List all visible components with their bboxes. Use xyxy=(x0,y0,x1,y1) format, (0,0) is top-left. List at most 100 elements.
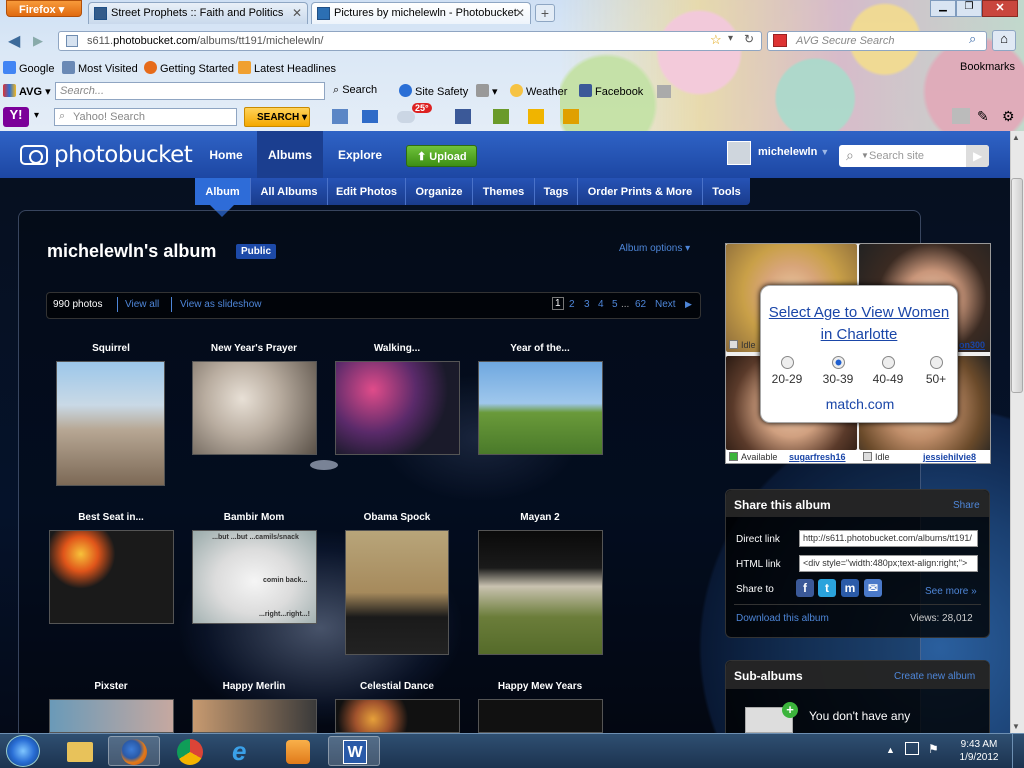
url-bar[interactable]: s611.photobucket.com/albums/tt191/michel… xyxy=(58,31,762,51)
site-safety-button[interactable]: Site Safety xyxy=(399,84,468,98)
nav-albums[interactable]: Albums xyxy=(257,131,323,178)
next-page-link[interactable]: Next xyxy=(655,299,676,310)
firefox-taskbar-button[interactable] xyxy=(108,736,160,766)
ad-headline[interactable]: Select Age to View Women in Charlotte xyxy=(761,302,957,346)
facebook-button[interactable]: Facebook xyxy=(579,84,643,98)
photo-thumbnail[interactable] xyxy=(56,361,165,486)
page-2[interactable]: 2 xyxy=(569,299,575,310)
action-center-flag-icon[interactable]: ⚑ xyxy=(928,742,939,756)
bookmark-star-icon[interactable]: ☆ xyxy=(710,32,722,48)
age-option-40-49[interactable]: 40-49 xyxy=(868,356,908,386)
thumb-title[interactable]: Obama Spock xyxy=(322,512,472,523)
back-icon[interactable]: ◀ xyxy=(8,31,20,51)
page-3[interactable]: 3 xyxy=(584,299,590,310)
avg-trash-button[interactable]: ▾ xyxy=(476,84,498,98)
thumb-title[interactable]: Best Seat in... xyxy=(36,512,186,523)
match-logo[interactable]: match.com xyxy=(761,396,959,412)
photo-thumbnail[interactable] xyxy=(478,699,603,733)
email-share-icon[interactable]: ✉ xyxy=(864,579,882,597)
radio-button[interactable] xyxy=(780,356,794,369)
mail-icon[interactable] xyxy=(362,110,378,123)
profile-username[interactable]: sugarfresh16 xyxy=(789,452,846,462)
photo-thumbnail[interactable] xyxy=(192,699,317,733)
scroll-up-icon[interactable]: ▲ xyxy=(1012,133,1020,142)
page-1[interactable]: 1 xyxy=(552,297,564,310)
page-5[interactable]: 5 xyxy=(612,299,618,310)
profile-username[interactable]: on300 xyxy=(959,340,985,350)
share-link[interactable]: Share xyxy=(953,500,980,511)
chevron-down-icon[interactable]: ▼ xyxy=(861,151,869,160)
firefox-menu-button[interactable]: Firefox ▾ xyxy=(6,0,82,17)
toolbar-options-icon[interactable] xyxy=(952,108,970,124)
chrome-taskbar-button[interactable] xyxy=(164,736,216,766)
create-album-link[interactable]: Create new album xyxy=(894,671,975,682)
dropmarker-icon[interactable]: ▾ xyxy=(728,33,733,44)
age-option-20-29[interactable]: 20-29 xyxy=(767,356,807,386)
bookmark-latest-headlines[interactable]: Latest Headlines xyxy=(238,61,336,75)
site-search-button[interactable]: ▶ xyxy=(966,145,989,167)
thumb-title[interactable]: Bambir Mom xyxy=(179,512,329,523)
facebook-share-icon[interactable]: f xyxy=(796,579,814,597)
avg-engine-icon[interactable] xyxy=(773,34,787,47)
photobucket-logo[interactable]: photobucket xyxy=(20,142,193,168)
explorer-taskbar-button[interactable] xyxy=(54,736,106,766)
close-tab-icon[interactable]: ✕ xyxy=(515,6,525,20)
direct-link-field[interactable]: http://s611.photobucket.com/albums/tt191… xyxy=(799,530,978,547)
radio-button[interactable] xyxy=(831,356,845,369)
page-4[interactable]: 4 xyxy=(598,299,604,310)
privacy-badge[interactable]: Public xyxy=(236,244,277,259)
add-icon[interactable]: + xyxy=(782,702,798,718)
yahoo-logo-icon[interactable]: Y! xyxy=(3,107,29,127)
upload-button[interactable]: ⬆ Upload xyxy=(406,145,477,167)
subnav-tools[interactable]: Tools xyxy=(702,178,750,205)
twitter-share-icon[interactable]: t xyxy=(818,579,836,597)
thumb-title[interactable]: Pixster xyxy=(36,681,186,692)
download-album-link[interactable]: Download this album xyxy=(736,613,829,624)
yahoo-search-input[interactable]: Yahoo! Search xyxy=(54,108,237,126)
see-more-link[interactable]: See more » xyxy=(925,586,977,597)
subnav-organize[interactable]: Organize xyxy=(405,178,472,205)
thumb-title[interactable]: Celestial Dance xyxy=(322,681,472,692)
radio-button[interactable] xyxy=(881,356,895,369)
show-hidden-icons[interactable]: ▲ xyxy=(886,745,895,755)
subnav-order-prints[interactable]: Order Prints & More xyxy=(577,178,702,205)
notes-icon[interactable] xyxy=(493,109,509,124)
monitor-icon[interactable] xyxy=(657,85,671,98)
thumb-title[interactable]: Walking... xyxy=(322,343,472,354)
subnav-themes[interactable]: Themes xyxy=(472,178,534,205)
photo-thumbnail[interactable] xyxy=(335,699,460,733)
page-62[interactable]: 62 xyxy=(635,299,646,310)
myspace-share-icon[interactable]: m xyxy=(841,579,859,597)
weather-button[interactable]: Weather xyxy=(510,84,567,98)
yahoo-search-button[interactable]: SEARCH ▾ xyxy=(244,107,310,127)
subnav-album[interactable]: Album xyxy=(195,178,250,205)
show-desktop-button[interactable] xyxy=(1012,734,1024,768)
photo-thumbnail[interactable] xyxy=(335,361,460,455)
html-link-field[interactable]: <div style="width:480px;text-align:right… xyxy=(799,555,978,572)
nav-home[interactable]: Home xyxy=(197,131,255,178)
thumb-title[interactable]: Happy Merlin xyxy=(179,681,329,692)
user-menu[interactable]: michelewln ▼ xyxy=(758,146,829,158)
dropdown-icon[interactable]: ▾ xyxy=(34,110,39,121)
minimize-icon[interactable]: ▁ xyxy=(930,0,956,17)
photo-thumbnail[interactable] xyxy=(345,530,449,655)
bookmark-most-visited[interactable]: Most Visited xyxy=(62,61,138,75)
photo-thumbnail[interactable] xyxy=(478,361,603,455)
games-icon[interactable] xyxy=(528,109,544,124)
system-clock[interactable]: 9:43 AM 1/9/2012 xyxy=(958,738,1000,764)
home-icon[interactable]: ⌂ xyxy=(992,30,1016,51)
age-option-30-39[interactable]: 30-39 xyxy=(818,356,858,386)
subnav-all-albums[interactable]: All Albums xyxy=(250,178,327,205)
tab-street-prophets[interactable]: Street Prophets :: Faith and Politics ✕ xyxy=(88,2,308,24)
photo-thumbnail[interactable] xyxy=(478,530,603,655)
next-arrow-icon[interactable]: ▶ xyxy=(685,299,692,310)
settings-icon[interactable]: ⚙ xyxy=(1002,108,1015,125)
close-tab-icon[interactable]: ✕ xyxy=(292,6,302,20)
thumb-title[interactable]: Mayan 2 xyxy=(465,512,615,523)
tab-photobucket[interactable]: Pictures by michelewln - Photobucket ✕ xyxy=(311,2,531,24)
thumb-title[interactable]: New Year's Prayer xyxy=(179,343,329,354)
restore-icon[interactable]: ❐ xyxy=(956,0,982,17)
search-icon[interactable]: ⌕ xyxy=(969,31,976,47)
subnav-tags[interactable]: Tags xyxy=(534,178,577,205)
new-tab-button[interactable]: + xyxy=(535,4,555,22)
